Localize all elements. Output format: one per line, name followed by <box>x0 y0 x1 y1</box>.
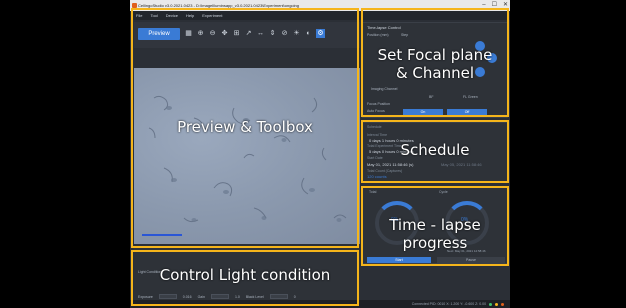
imaging-channel-label: Imaging Channel <box>371 87 398 91</box>
auto-focus-on-button[interactable]: On <box>403 109 443 115</box>
total-count-value: 120 counts <box>367 174 387 179</box>
maximize-icon[interactable]: ☐ <box>492 0 497 11</box>
auto-focus-off-button[interactable]: Off <box>447 109 487 115</box>
exposure-label: Exposure <box>138 294 153 299</box>
measure-icon[interactable]: ↗ <box>244 29 253 38</box>
focal-plane-label-line1: Set Focal plane <box>377 46 493 64</box>
exposure-slider[interactable] <box>158 294 177 299</box>
time-lapse-control-title: Time-lapse Control <box>367 25 401 30</box>
status-text: Connected PID: 0010 X: 1.200 Y: -0.600 Z… <box>411 302 487 306</box>
cycle-progress-label: Cycle <box>439 190 448 194</box>
viewer-header <box>134 48 360 68</box>
contrast-icon[interactable]: ◐ <box>304 29 313 38</box>
focal-plane-label-line2: & Channel <box>395 64 475 82</box>
status-warn-icon <box>495 302 499 306</box>
gain-value[interactable]: 1.0 <box>235 295 240 299</box>
grid-icon[interactable]: ▦ <box>184 29 193 38</box>
start-button[interactable]: Start <box>367 257 431 263</box>
pan-icon[interactable]: ✥ <box>220 29 229 38</box>
zoom-out-icon[interactable]: ⊖ <box>208 29 217 38</box>
black-level-value[interactable]: 0 <box>294 295 296 299</box>
clear-icon[interactable]: ⊘ <box>280 29 289 38</box>
black-level-label: Black Level <box>245 294 264 299</box>
status-ok-icon <box>489 302 493 306</box>
app-logo-icon <box>132 3 137 8</box>
tool-group: ▦ ⊕ ⊖ ✥ ⊞ ↗ ↔ ⇕ ⊘ ☀ ◐ ⚙ <box>184 29 325 38</box>
menu-device[interactable]: Device <box>166 11 178 20</box>
preview-toolbar: Preview ▦ ⊕ ⊖ ✥ ⊞ ↗ ↔ ⇕ ⊘ ☀ ◐ ⚙ <box>134 22 360 48</box>
preview-button[interactable]: Preview <box>138 28 180 40</box>
zoom-in-icon[interactable]: ⊕ <box>196 29 205 38</box>
menu-file[interactable]: File <box>136 11 142 20</box>
exposure-row: Exposure 0.016 Gain 1.0 Black Level 0 <box>138 294 296 299</box>
exposure-value[interactable]: 0.016 <box>183 295 192 299</box>
window-title: CellingoStudio v3.0.2021.0423 - D:\Image… <box>138 3 299 8</box>
preview-toolbox-label: Preview & Toolbox <box>177 118 313 136</box>
control-light-label: Control Light condition <box>159 266 331 284</box>
bf-radio[interactable]: BF <box>429 95 433 99</box>
gain-label: Gain <box>197 294 205 299</box>
menu-experiment[interactable]: Experiment <box>202 11 222 20</box>
minimize-icon[interactable]: – <box>482 0 485 11</box>
start-date-value[interactable]: May 01, 2021 11:58:46 (s) <box>367 162 413 167</box>
close-icon[interactable]: ✕ <box>503 0 508 11</box>
position-label: Position (mm) <box>367 33 389 37</box>
schedule-label: Schedule <box>400 141 470 159</box>
status-error-icon <box>501 302 504 306</box>
menu-help[interactable]: Help <box>186 11 194 20</box>
brightness-icon[interactable]: ☀ <box>292 29 301 38</box>
pause-button[interactable]: Pause <box>437 257 505 263</box>
horizontal-flip-icon[interactable]: ↔ <box>256 29 265 38</box>
microscope-image-view[interactable] <box>134 68 360 244</box>
interval-label: Interval Time <box>367 133 388 137</box>
focus-position-label: Focus Position <box>367 102 390 106</box>
gain-slider[interactable] <box>210 294 229 299</box>
auto-focus-label: Auto Focus <box>367 109 385 113</box>
fit-icon[interactable]: ⊞ <box>232 29 241 38</box>
settings-icon[interactable]: ⚙ <box>316 29 325 38</box>
cell-image <box>148 95 347 223</box>
window-titlebar: CellingoStudio v3.0.2021.0423 - D:\Image… <box>130 0 510 11</box>
step-label: Step <box>401 33 409 37</box>
scale-bar <box>142 234 182 236</box>
finish-date-value: May 05, 2021 11:58:46 <box>441 162 482 167</box>
menu-tool[interactable]: Tool <box>150 11 157 20</box>
vertical-flip-icon[interactable]: ⇕ <box>268 29 277 38</box>
progress-label-line2: progress <box>402 234 468 252</box>
status-bar: Connected PID: 0010 X: 1.200 Y: -0.600 Z… <box>130 300 510 308</box>
menu-bar: File Tool Device Help Experiment <box>130 11 510 20</box>
window-controls: – ☐ ✕ <box>482 0 508 11</box>
total-progress-label: Total <box>369 190 377 194</box>
total-count-label: Total Count (Captures) <box>367 169 403 173</box>
black-level-slider[interactable] <box>269 294 288 299</box>
fl-green-radio[interactable]: FL Green <box>463 95 478 99</box>
progress-label-line1: Time - lapse <box>389 216 481 234</box>
schedule-header: Schedule <box>367 125 382 129</box>
